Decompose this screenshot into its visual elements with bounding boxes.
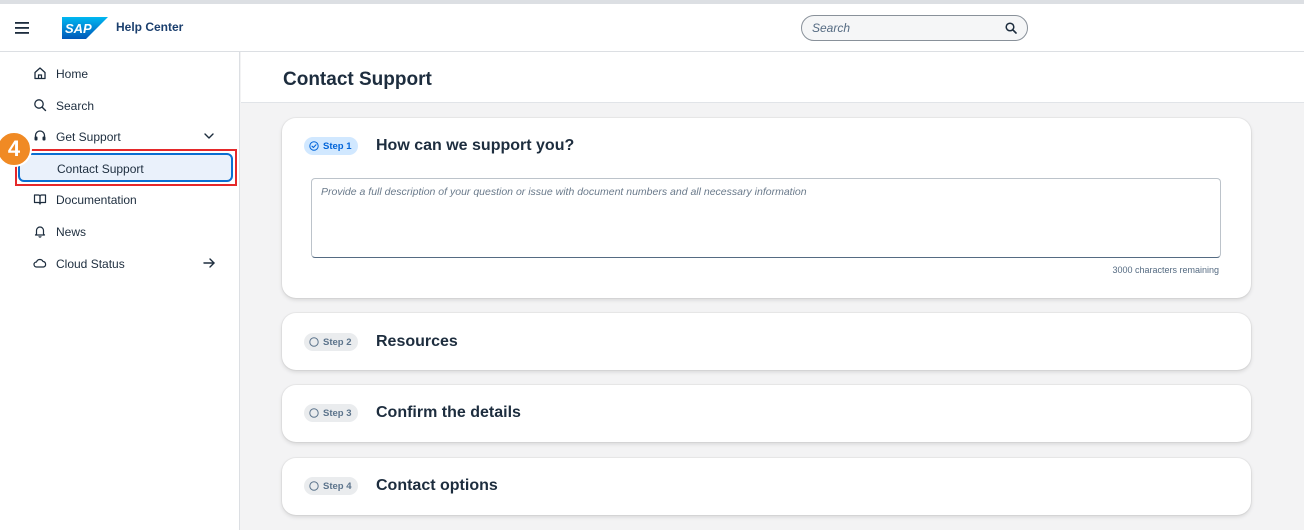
book-icon: [33, 194, 47, 205]
circle-icon: [309, 481, 319, 491]
svg-text:SAP: SAP: [65, 21, 92, 36]
step-badge-1: Step 1: [304, 137, 358, 155]
sap-logo[interactable]: SAP: [62, 17, 108, 39]
sidebar-item-cloud-status[interactable]: Cloud Status: [0, 248, 240, 278]
menu-button[interactable]: [12, 18, 32, 38]
check-circle-icon: [309, 141, 319, 151]
sidebar-item-documentation[interactable]: Documentation: [0, 184, 240, 214]
sidebar-item-label: Get Support: [56, 130, 121, 144]
sidebar-subitem-contact-support[interactable]: Contact Support: [18, 153, 233, 182]
char-counter: 3000 characters remaining: [1112, 265, 1219, 275]
circle-icon: [309, 337, 319, 347]
step-card-4[interactable]: Step 4 Contact options: [282, 458, 1251, 515]
step-title: Confirm the details: [376, 404, 521, 421]
step-card-2[interactable]: Step 2 Resources: [282, 313, 1251, 370]
search-submit-button[interactable]: [1003, 20, 1019, 36]
sidebar-item-label: News: [56, 225, 87, 239]
step-badge-label: Step 1: [323, 140, 352, 152]
bell-icon: [34, 226, 46, 238]
global-search[interactable]: [801, 15, 1028, 41]
arrow-right-icon: [203, 258, 215, 268]
chevron-down-icon[interactable]: [200, 128, 218, 144]
sidebar-item-label: Search: [56, 99, 95, 113]
shell-bar: SAP Help Center: [0, 0, 1304, 52]
sidebar-item-label: Documentation: [56, 193, 137, 207]
sidebar-subitem-label: Contact Support: [57, 162, 144, 176]
app-title[interactable]: Help Center: [116, 20, 183, 34]
step-card-3[interactable]: Step 3 Confirm the details: [282, 385, 1251, 442]
circle-icon: [309, 408, 319, 418]
sidebar-item-get-support[interactable]: Get Support: [0, 121, 240, 151]
step-badge-label: Step 4: [323, 480, 352, 492]
step-badge-label: Step 3: [323, 407, 352, 419]
search-icon: [1005, 22, 1017, 34]
sidebar-item-home[interactable]: Home: [0, 58, 240, 88]
step-badge-2: Step 2: [304, 333, 358, 351]
description-textarea[interactable]: [311, 178, 1221, 258]
step-card-1[interactable]: Step 1 How can we support you? 3000 char…: [282, 118, 1251, 298]
step-title: Resources: [376, 333, 458, 350]
headset-icon: [34, 130, 46, 141]
step-badge-label: Step 2: [323, 336, 352, 348]
home-icon: [34, 67, 46, 80]
step-badge-4: Step 4: [304, 477, 358, 495]
step-title: Contact options: [376, 477, 498, 494]
page-title: Contact Support: [283, 69, 432, 90]
sidebar-item-label: Cloud Status: [56, 257, 125, 271]
hamburger-menu-icon: [15, 22, 29, 34]
cloud-icon: [33, 258, 47, 268]
sidebar-item-news[interactable]: News: [0, 216, 240, 246]
step-badge-3: Step 3: [304, 404, 358, 422]
side-navigation: Home Search Get Support Contact Support …: [0, 52, 240, 530]
sidebar-item-search[interactable]: Search: [0, 90, 240, 120]
search-icon: [34, 99, 47, 112]
search-input[interactable]: [812, 19, 992, 37]
page-header: Contact Support: [241, 52, 1304, 103]
sidebar-item-label: Home: [56, 67, 89, 81]
step-title: How can we support you?: [376, 137, 575, 154]
